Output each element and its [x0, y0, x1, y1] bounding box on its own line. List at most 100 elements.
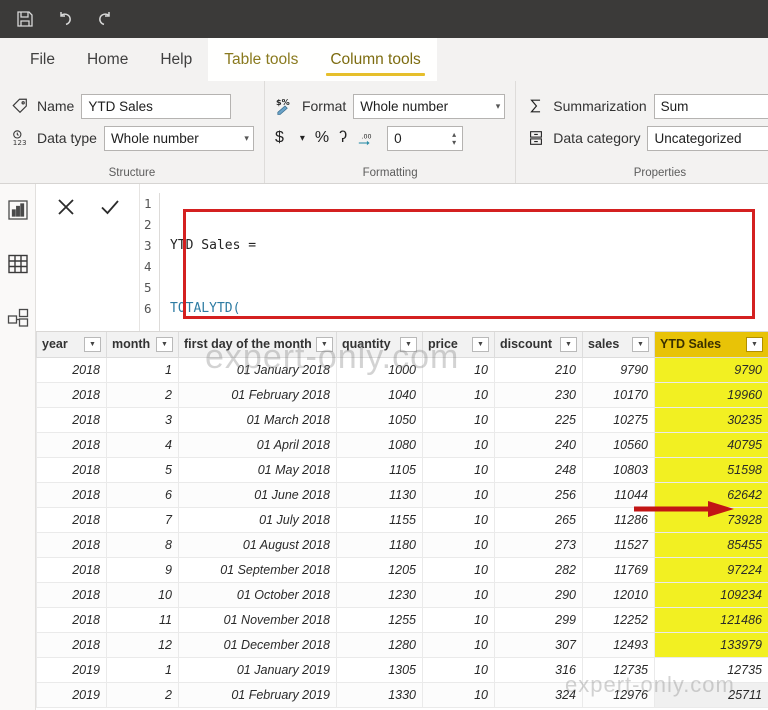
summarization-select[interactable]: Sum — [653, 93, 768, 119]
cell-sales[interactable]: 11769 — [582, 557, 655, 583]
column-header-discount[interactable]: discount ▼ — [494, 332, 583, 358]
cell-quantity[interactable]: 1230 — [336, 582, 423, 608]
cell-quantity[interactable]: 1305 — [336, 657, 423, 683]
cell-first-day-of-the-month[interactable]: 01 August 2018 — [178, 532, 337, 558]
cell-sales[interactable]: 10170 — [582, 382, 655, 408]
cell-ytd-sales[interactable]: 109234 — [654, 582, 768, 608]
cell-price[interactable]: 10 — [422, 607, 495, 633]
cell-quantity[interactable]: 1330 — [336, 682, 423, 708]
cell-price[interactable]: 10 — [422, 482, 495, 508]
cell-price[interactable]: 10 — [422, 382, 495, 408]
percent-button[interactable]: % — [315, 129, 329, 147]
column-header-first-day-of-the-month[interactable]: first day of the month ▼ — [178, 332, 337, 358]
table-row[interactable]: 2018 5 01 May 2018 1105 10 248 10803 51598 — [36, 457, 768, 483]
cell-first-day-of-the-month[interactable]: 01 March 2018 — [178, 407, 337, 433]
cell-ytd-sales[interactable]: 62642 — [654, 482, 768, 508]
table-row[interactable]: 2018 10 01 October 2018 1230 10 290 12010 10923… — [36, 582, 768, 608]
cell-ytd-sales[interactable]: 25711 — [654, 682, 768, 708]
cell-month[interactable]: 2 — [106, 382, 179, 408]
column-header-year[interactable]: year ▼ — [36, 332, 107, 358]
cell-year[interactable]: 2018 — [36, 382, 107, 408]
name-input[interactable]: YTD Sales — [81, 93, 232, 119]
cell-month[interactable]: 9 — [106, 557, 179, 583]
cell-year[interactable]: 2018 — [36, 507, 107, 533]
thousands-separator-button[interactable]: ʔ — [339, 129, 347, 147]
tab-table-tools[interactable]: Table tools — [208, 38, 315, 81]
table-row[interactable]: 2019 1 01 January 2019 1305 10 316 12735 12735 — [36, 657, 768, 683]
cell-discount[interactable]: 210 — [494, 357, 583, 383]
data-view-icon[interactable] — [6, 252, 30, 276]
cell-price[interactable]: 10 — [422, 557, 495, 583]
cell-year[interactable]: 2018 — [36, 582, 107, 608]
cell-first-day-of-the-month[interactable]: 01 February 2018 — [178, 382, 337, 408]
table-row[interactable]: 2018 4 01 April 2018 1080 10 240 10560 40795 — [36, 432, 768, 458]
cell-year[interactable]: 2018 — [36, 557, 107, 583]
format-select[interactable]: Whole number ▾ — [353, 93, 506, 119]
cell-month[interactable]: 7 — [106, 507, 179, 533]
cell-ytd-sales[interactable]: 121486 — [654, 607, 768, 633]
cell-price[interactable]: 10 — [422, 432, 495, 458]
cell-price[interactable]: 10 — [422, 632, 495, 658]
cell-quantity[interactable]: 1080 — [336, 432, 423, 458]
dax-code[interactable]: YTD Sales = TOTALYTD( SUM(sales[sales]),… — [160, 193, 768, 568]
cell-price[interactable]: 10 — [422, 457, 495, 483]
table-row[interactable]: 2018 11 01 November 2018 1255 10 299 12252 1214… — [36, 607, 768, 633]
cell-discount[interactable]: 307 — [494, 632, 583, 658]
cell-discount[interactable]: 240 — [494, 432, 583, 458]
cell-month[interactable]: 11 — [106, 607, 179, 633]
cell-quantity[interactable]: 1255 — [336, 607, 423, 633]
cell-month[interactable]: 10 — [106, 582, 179, 608]
cell-price[interactable]: 10 — [422, 357, 495, 383]
cell-first-day-of-the-month[interactable]: 01 October 2018 — [178, 582, 337, 608]
column-header-ytd-sales[interactable]: YTD Sales ▼ — [654, 332, 768, 358]
undo-icon[interactable] — [54, 8, 76, 30]
cell-month[interactable]: 3 — [106, 407, 179, 433]
cell-first-day-of-the-month[interactable]: 01 July 2018 — [178, 507, 337, 533]
filter-dropdown-icon[interactable]: ▼ — [84, 336, 101, 352]
cell-quantity[interactable]: 1000 — [336, 357, 423, 383]
cell-quantity[interactable]: 1205 — [336, 557, 423, 583]
tab-help[interactable]: Help — [144, 38, 208, 81]
column-header-month[interactable]: month ▼ — [106, 332, 179, 358]
cell-year[interactable]: 2018 — [36, 482, 107, 508]
cell-sales[interactable]: 10275 — [582, 407, 655, 433]
cell-sales[interactable]: 9790 — [582, 357, 655, 383]
commit-icon[interactable] — [95, 192, 125, 222]
model-view-icon[interactable] — [6, 306, 30, 330]
cell-year[interactable]: 2019 — [36, 682, 107, 708]
tab-file[interactable]: File — [14, 38, 71, 81]
cell-ytd-sales[interactable]: 40795 — [654, 432, 768, 458]
cell-first-day-of-the-month[interactable]: 01 December 2018 — [178, 632, 337, 658]
cell-discount[interactable]: 316 — [494, 657, 583, 683]
cell-discount[interactable]: 282 — [494, 557, 583, 583]
table-row[interactable]: 2018 8 01 August 2018 1180 10 273 11527 85455 — [36, 532, 768, 558]
cell-quantity[interactable]: 1040 — [336, 382, 423, 408]
cell-month[interactable]: 8 — [106, 532, 179, 558]
cell-first-day-of-the-month[interactable]: 01 November 2018 — [178, 607, 337, 633]
cell-ytd-sales[interactable]: 12735 — [654, 657, 768, 683]
table-row[interactable]: 2018 9 01 September 2018 1205 10 282 11769 9722… — [36, 557, 768, 583]
cell-month[interactable]: 1 — [106, 357, 179, 383]
stepper-arrows-icon[interactable]: ▴ ▾ — [452, 130, 456, 146]
cell-price[interactable]: 10 — [422, 507, 495, 533]
cell-first-day-of-the-month[interactable]: 01 January 2018 — [178, 357, 337, 383]
data-type-select[interactable]: Whole number ▾ — [103, 125, 254, 151]
table-row[interactable]: 2018 6 01 June 2018 1130 10 256 11044 62642 — [36, 482, 768, 508]
filter-dropdown-icon[interactable]: ▼ — [400, 336, 417, 352]
cell-year[interactable]: 2018 — [36, 407, 107, 433]
cell-ytd-sales[interactable]: 51598 — [654, 457, 768, 483]
cell-first-day-of-the-month[interactable]: 01 September 2018 — [178, 557, 337, 583]
cell-price[interactable]: 10 — [422, 582, 495, 608]
cell-discount[interactable]: 290 — [494, 582, 583, 608]
table-row[interactable]: 2018 3 01 March 2018 1050 10 225 10275 30235 — [36, 407, 768, 433]
cell-first-day-of-the-month[interactable]: 01 May 2018 — [178, 457, 337, 483]
cell-price[interactable]: 10 — [422, 532, 495, 558]
cell-sales[interactable]: 12976 — [582, 682, 655, 708]
column-header-price[interactable]: price ▼ — [422, 332, 495, 358]
cell-year[interactable]: 2018 — [36, 632, 107, 658]
filter-dropdown-icon[interactable]: ▼ — [315, 336, 333, 352]
cell-year[interactable]: 2018 — [36, 432, 107, 458]
cell-month[interactable]: 12 — [106, 632, 179, 658]
cell-first-day-of-the-month[interactable]: 01 April 2018 — [178, 432, 337, 458]
table-row[interactable]: 2018 1 01 January 2018 1000 10 210 9790 9790 — [36, 357, 768, 383]
